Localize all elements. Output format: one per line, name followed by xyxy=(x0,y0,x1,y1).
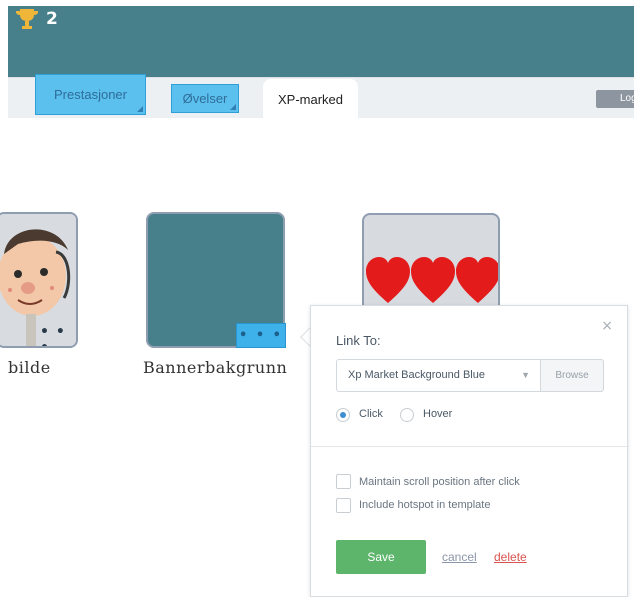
link-to-label: Link To: xyxy=(336,333,381,348)
heart-icon xyxy=(366,257,410,303)
logout-button[interactable]: Log xyxy=(596,90,634,108)
browse-label: Browse xyxy=(555,370,589,381)
tab-ovelser[interactable]: Øvelser xyxy=(171,84,239,113)
maintain-scroll-checkbox[interactable] xyxy=(336,474,351,489)
hotspot-corner-icon xyxy=(137,106,143,112)
delete-link[interactable]: delete xyxy=(494,550,527,564)
card-menu-dots-icon[interactable]: • • • xyxy=(40,324,76,346)
link-target-select[interactable]: Xp Market Background Blue ▼ xyxy=(336,359,541,392)
hearts-illustration xyxy=(366,257,498,303)
card-caption-bilde: bilde xyxy=(8,358,51,377)
close-icon[interactable]: × xyxy=(601,318,613,334)
tab-prestasjoner[interactable]: Prestasjoner xyxy=(35,74,146,115)
include-hotspot-label: Include hotspot in template xyxy=(359,499,491,511)
cancel-link[interactable]: cancel xyxy=(442,550,477,564)
card-avatar[interactable]: • • • xyxy=(0,212,78,348)
page: 2 Prestasjoner Øvelser XP-marked Log • •… xyxy=(0,0,634,597)
hover-radio-label: Hover xyxy=(423,408,453,420)
card-caption-bannerbakgrunn: Bannerbakgrunn xyxy=(143,358,288,377)
tab-prestasjoner-label: Prestasjoner xyxy=(54,87,127,102)
click-radio[interactable] xyxy=(336,408,350,422)
top-header: 2 xyxy=(8,6,634,77)
logout-label: Log xyxy=(620,93,634,104)
link-popup: × Link To: Xp Market Background Blue ▼ B… xyxy=(310,305,629,597)
include-hotspot-checkbox[interactable] xyxy=(336,498,351,513)
tab-xp-marked[interactable]: XP-marked xyxy=(263,79,358,119)
click-radio-label: Click xyxy=(359,408,383,420)
card-menu-hotspot-button[interactable]: • • • xyxy=(236,323,286,348)
tab-ovelser-label: Øvelser xyxy=(182,91,228,106)
maintain-scroll-label: Maintain scroll position after click xyxy=(359,476,520,488)
hotspot-corner-icon xyxy=(230,104,236,110)
heart-icon xyxy=(411,257,455,303)
save-label: Save xyxy=(367,550,395,564)
trophy-icon xyxy=(16,9,38,29)
tab-bar: Prestasjoner Øvelser XP-marked Log xyxy=(8,74,634,119)
link-target-value: Xp Market Background Blue xyxy=(348,369,485,381)
popup-divider xyxy=(311,446,629,447)
hover-radio[interactable] xyxy=(400,408,414,422)
chevron-down-icon: ▼ xyxy=(521,370,530,380)
browse-button[interactable]: Browse xyxy=(541,359,604,392)
save-button[interactable]: Save xyxy=(336,540,426,574)
tab-xp-marked-label: XP-marked xyxy=(277,91,344,107)
card-hearts[interactable] xyxy=(362,213,500,313)
card-menu-dots-icon: • • • xyxy=(239,328,283,343)
heart-icon xyxy=(456,257,498,303)
trophy-count: 2 xyxy=(46,9,58,29)
